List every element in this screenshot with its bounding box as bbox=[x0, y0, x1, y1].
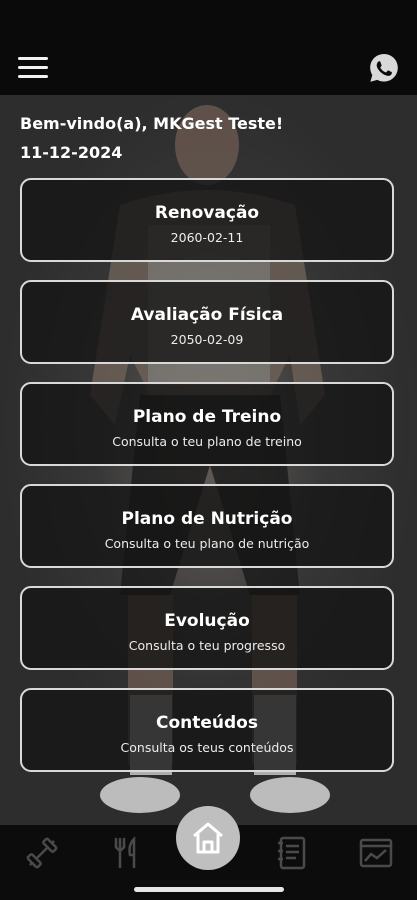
card-evolucao[interactable]: Evolução Consulta o teu progresso bbox=[20, 586, 394, 670]
card-title: Evolução bbox=[164, 611, 250, 631]
gesture-home-bar bbox=[134, 887, 284, 892]
card-plano-treino[interactable]: Plano de Treino Consulta o teu plano de … bbox=[20, 382, 394, 466]
fork-knife-icon[interactable] bbox=[106, 833, 146, 873]
current-date: 11-12-2024 bbox=[20, 143, 123, 162]
welcome-text: Bem-vindo(a), MKGest Teste! bbox=[20, 114, 284, 133]
notebook-icon[interactable] bbox=[272, 833, 312, 873]
dumbbell-icon[interactable] bbox=[22, 833, 62, 873]
chart-icon[interactable] bbox=[356, 833, 396, 873]
top-bar bbox=[0, 0, 417, 95]
whatsapp-icon[interactable] bbox=[368, 52, 400, 84]
card-subtitle: Consulta os teus conteúdos bbox=[120, 740, 294, 755]
card-title: Avaliação Física bbox=[130, 305, 284, 325]
card-subtitle: 2060-02-11 bbox=[170, 230, 244, 245]
home-icon[interactable] bbox=[176, 806, 240, 870]
card-subtitle: 2050-02-09 bbox=[170, 332, 244, 347]
card-title: Conteúdos bbox=[156, 713, 258, 733]
card-title: Plano de Treino bbox=[132, 407, 282, 427]
card-subtitle: Consulta o teu progresso bbox=[128, 638, 286, 653]
card-renovacao[interactable]: Renovação 2060-02-11 bbox=[20, 178, 394, 262]
card-subtitle: Consulta o teu plano de treino bbox=[112, 434, 302, 449]
card-avaliacao-fisica[interactable]: Avaliação Física 2050-02-09 bbox=[20, 280, 394, 364]
hamburger-menu-icon[interactable] bbox=[18, 55, 50, 81]
card-title: Renovação bbox=[154, 203, 260, 223]
app-screen: Bem-vindo(a), MKGest Teste! 11-12-2024 R… bbox=[0, 0, 417, 900]
card-plano-nutricao[interactable]: Plano de Nutrição Consulta o teu plano d… bbox=[20, 484, 394, 568]
card-title: Plano de Nutrição bbox=[121, 509, 293, 529]
card-subtitle: Consulta o teu plano de nutrição bbox=[104, 536, 310, 551]
card-conteudos[interactable]: Conteúdos Consulta os teus conteúdos bbox=[20, 688, 394, 772]
